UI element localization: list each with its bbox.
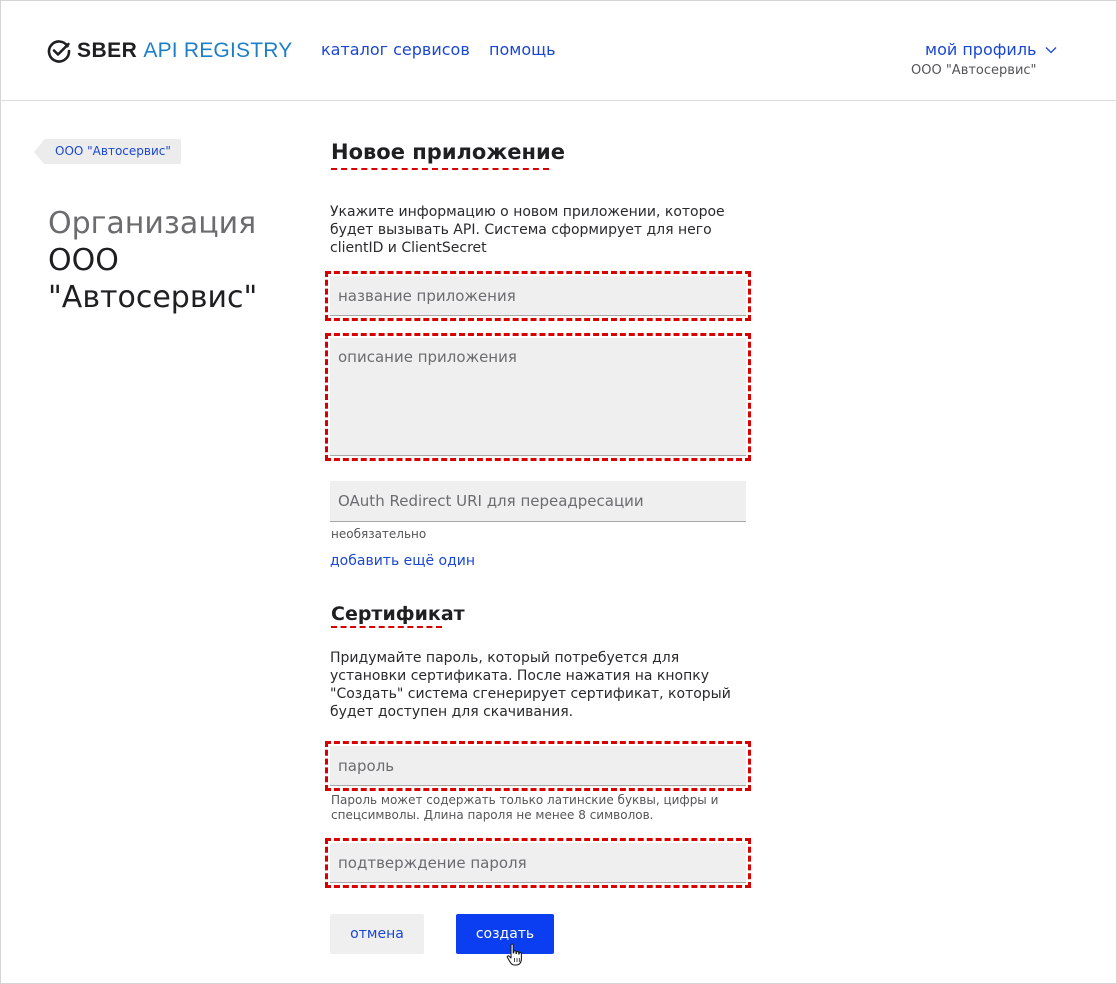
sber-logo-icon — [47, 40, 71, 63]
certificate-intro-text: Придумайте пароль, который потребуется д… — [330, 650, 731, 720]
title-highlight-underline — [331, 168, 549, 170]
logo-sber-text: SBER — [77, 39, 138, 62]
logo[interactable]: SBER API REGISTRY — [47, 37, 292, 65]
nav-catalog-link[interactable]: каталог сервисов — [321, 40, 470, 59]
profile-menu[interactable]: мой профиль — [925, 40, 1057, 59]
add-another-uri-link[interactable]: добавить ещё один — [330, 553, 475, 569]
nav-help-link[interactable]: помощь — [489, 40, 556, 59]
password-hint: Пароль может содержать только латинские … — [331, 793, 719, 822]
org-title: Организация ООО "Автосервис" — [48, 205, 298, 316]
password-confirm-input[interactable] — [330, 843, 746, 883]
tag-arrow — [34, 139, 44, 164]
breadcrumb-org-tag[interactable]: ООО "Автосервис" — [34, 139, 181, 164]
redirect-uri-input[interactable] — [330, 481, 746, 522]
certificate-title-highlight-underline — [331, 626, 442, 628]
create-button[interactable]: создать — [456, 914, 554, 954]
logo-api-registry-text: API REGISTRY — [143, 39, 293, 62]
intro-text: Укажите информацию о новом приложении, к… — [330, 204, 725, 256]
profile-org-name: ООО "Автосервис" — [911, 63, 1037, 78]
app-description-input[interactable] — [330, 338, 746, 456]
redirect-uri-hint: необязательно — [331, 527, 427, 541]
org-title-type: ООО — [48, 243, 119, 278]
profile-label: мой профиль — [925, 40, 1037, 59]
chevron-down-icon — [1046, 46, 1057, 53]
breadcrumb-label: ООО "Автосервис" — [44, 139, 181, 164]
app-name-input[interactable] — [330, 276, 746, 316]
certificate-title: Сертификат — [331, 603, 465, 625]
org-title-name: "Автосервис" — [48, 280, 258, 315]
page-title: Новое приложение — [331, 140, 565, 164]
cancel-button[interactable]: отмена — [330, 914, 424, 954]
password-input[interactable] — [330, 746, 746, 786]
top-header: SBER API REGISTRY каталог сервисов помощ… — [0, 0, 1117, 101]
org-title-label: Организация — [48, 206, 257, 241]
